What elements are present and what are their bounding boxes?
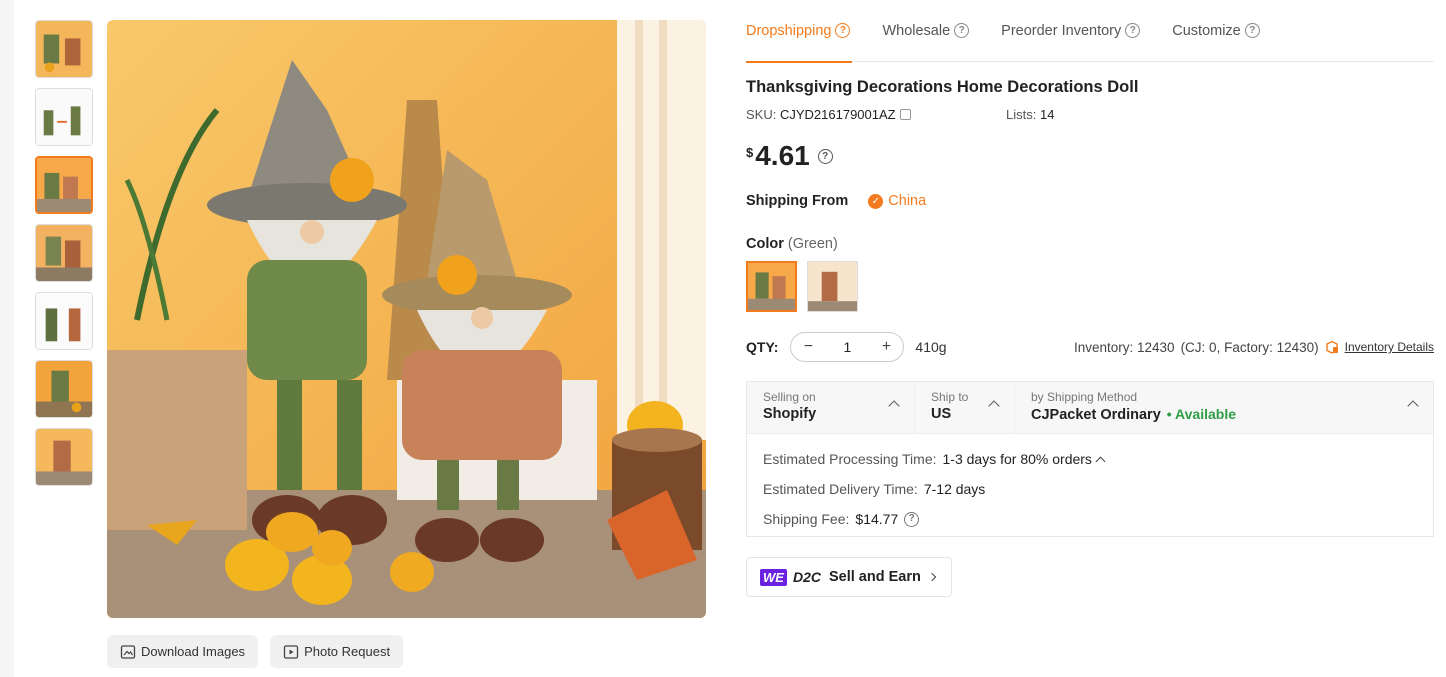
download-images-button[interactable]: Download Images: [107, 635, 259, 668]
purchase-mode-tabs: Dropshipping? Wholesale? Preorder Invent…: [746, 0, 1434, 63]
tab-label: Wholesale: [882, 22, 951, 39]
chevron-right-icon: [927, 572, 937, 582]
photo-request-icon: [283, 644, 299, 659]
tab-preorder-inventory[interactable]: Preorder Inventory?: [1001, 0, 1141, 62]
left-edge-bar: [0, 0, 14, 677]
qty-label: QTY:: [746, 339, 779, 355]
product-info-panel: Dropshipping? Wholesale? Preorder Invent…: [746, 0, 1434, 597]
shipping-method-value: CJPacket Ordinary: [1031, 407, 1161, 423]
lists-count: Lists: 14: [1006, 107, 1054, 122]
question-icon[interactable]: ?: [904, 511, 920, 527]
sell-and-earn-label: Sell and Earn: [828, 569, 921, 585]
question-icon[interactable]: ?: [817, 149, 833, 164]
delivery-label: Estimated Delivery Time:: [763, 481, 918, 497]
photo-request-label: Photo Request: [304, 644, 391, 659]
chevron-up-icon[interactable]: [1095, 456, 1106, 466]
delivery-time: Estimated Delivery Time: 7-12 days: [763, 474, 1417, 504]
ship-to-value: US: [931, 406, 952, 422]
swatch-green[interactable]: [746, 261, 797, 312]
inventory-details-link[interactable]: Inventory Details: [1345, 340, 1434, 354]
fee-value: $14.77: [855, 511, 899, 527]
ship-to-select[interactable]: Ship to US: [915, 382, 1015, 433]
lists-value: 14: [1039, 107, 1055, 122]
minus-icon[interactable]: −: [800, 338, 816, 356]
sku: SKU: CJYD216179001AZ: [746, 107, 911, 122]
question-icon[interactable]: ?: [954, 23, 970, 38]
copy-icon[interactable]: [899, 109, 911, 120]
sku-value: CJYD216179001AZ: [779, 107, 896, 122]
shipping-options-box: Selling on Shopify Ship to US by Shippin…: [746, 381, 1434, 537]
check-icon: ✓: [868, 193, 884, 209]
fee-label: Shipping Fee:: [763, 511, 850, 527]
shipping-from-country: China: [888, 193, 927, 209]
inventory-breakdown: (CJ: 0, Factory: 12430): [1180, 339, 1319, 355]
thumbnail-6[interactable]: [35, 360, 93, 418]
product-title: Thanksgiving Decorations Home Decoration…: [746, 78, 1139, 96]
inventory-info: Inventory: 12430 (CJ: 0, Factory: 12430)…: [1074, 340, 1434, 355]
shipping-method-label: by Shipping Method: [1031, 390, 1138, 404]
quantity-stepper: − +: [790, 332, 905, 362]
thumbnail-2[interactable]: [35, 88, 93, 146]
shipping-from-label: Shipping From: [746, 193, 849, 209]
color-swatches: [746, 261, 858, 312]
download-images-label: Download Images: [141, 644, 246, 659]
inventory-total: Inventory: 12430: [1073, 339, 1175, 355]
shipping-details: Estimated Processing Time: 1-3 days for 8…: [747, 434, 1433, 544]
tab-label: Dropshipping: [746, 22, 832, 39]
thumbnail-1[interactable]: [35, 20, 93, 78]
price: $ 4.61 ?: [746, 140, 833, 172]
delivery-value: 7-12 days: [923, 481, 986, 497]
ship-to-label: Ship to: [931, 390, 969, 404]
tab-dropshipping[interactable]: Dropshipping?: [746, 0, 853, 63]
lists-label: Lists:: [1006, 107, 1037, 122]
thumbnail-5[interactable]: [35, 292, 93, 350]
plus-icon[interactable]: +: [878, 338, 894, 356]
d2c-logo-text: D2C: [792, 569, 821, 585]
thumbnail-7[interactable]: [35, 428, 93, 486]
processing-label: Estimated Processing Time:: [763, 451, 937, 467]
processing-value: 1-3 days for 80% orders: [942, 451, 1092, 467]
tab-wholesale[interactable]: Wholesale?: [882, 0, 970, 62]
shipping-from-option[interactable]: ✓ China: [868, 193, 926, 209]
color-selected: (Green): [787, 236, 838, 252]
thumbnail-4[interactable]: [35, 224, 93, 282]
we-badge: WE: [760, 568, 787, 586]
price-amount: 4.61: [755, 140, 810, 171]
shipping-method: CJPacket Ordinary • Available: [1031, 406, 1417, 423]
main-product-image: [107, 20, 706, 618]
quantity-row: QTY: − + 410g Inventory: 12430 (CJ: 0, F…: [746, 331, 1434, 363]
weight: 410g: [915, 339, 947, 355]
thumbnail-list: [35, 20, 93, 496]
selling-on-value: Shopify: [763, 406, 817, 422]
color-selector: Color (Green): [746, 236, 838, 252]
swatch-orange[interactable]: [807, 261, 858, 312]
color-label: Color: [746, 236, 784, 252]
shipping-options-header: Selling on Shopify Ship to US by Shippin…: [747, 382, 1433, 434]
question-icon[interactable]: ?: [835, 23, 851, 38]
thumbnail-3[interactable]: [35, 156, 93, 214]
question-icon[interactable]: ?: [1125, 23, 1141, 38]
tab-label: Preorder Inventory: [1001, 22, 1122, 39]
processing-time: Estimated Processing Time: 1-3 days for 8…: [763, 444, 1417, 474]
selling-on-label: Selling on: [763, 390, 816, 404]
shipping-from: Shipping From ✓ China: [746, 193, 926, 209]
price-currency: $: [746, 145, 754, 160]
quantity-input[interactable]: [827, 339, 868, 355]
download-image-icon: [120, 644, 136, 659]
image-action-buttons: Download Images Photo Request: [107, 635, 404, 668]
tab-label: Customize: [1172, 22, 1241, 39]
tab-customize[interactable]: Customize?: [1172, 0, 1260, 62]
question-icon[interactable]: ?: [1244, 23, 1260, 38]
selling-on-select[interactable]: Selling on Shopify: [747, 382, 915, 433]
shipping-method-select[interactable]: by Shipping Method CJPacket Ordinary • Av…: [1015, 382, 1433, 433]
d2c-sell-and-earn-button[interactable]: WE D2C Sell and Earn: [746, 557, 952, 597]
photo-request-button[interactable]: Photo Request: [270, 635, 404, 668]
box-icon: [1325, 340, 1338, 354]
availability-status: • Available: [1166, 406, 1236, 422]
sku-label: SKU:: [746, 107, 777, 122]
shipping-fee: Shipping Fee: $14.77?: [763, 504, 1417, 534]
